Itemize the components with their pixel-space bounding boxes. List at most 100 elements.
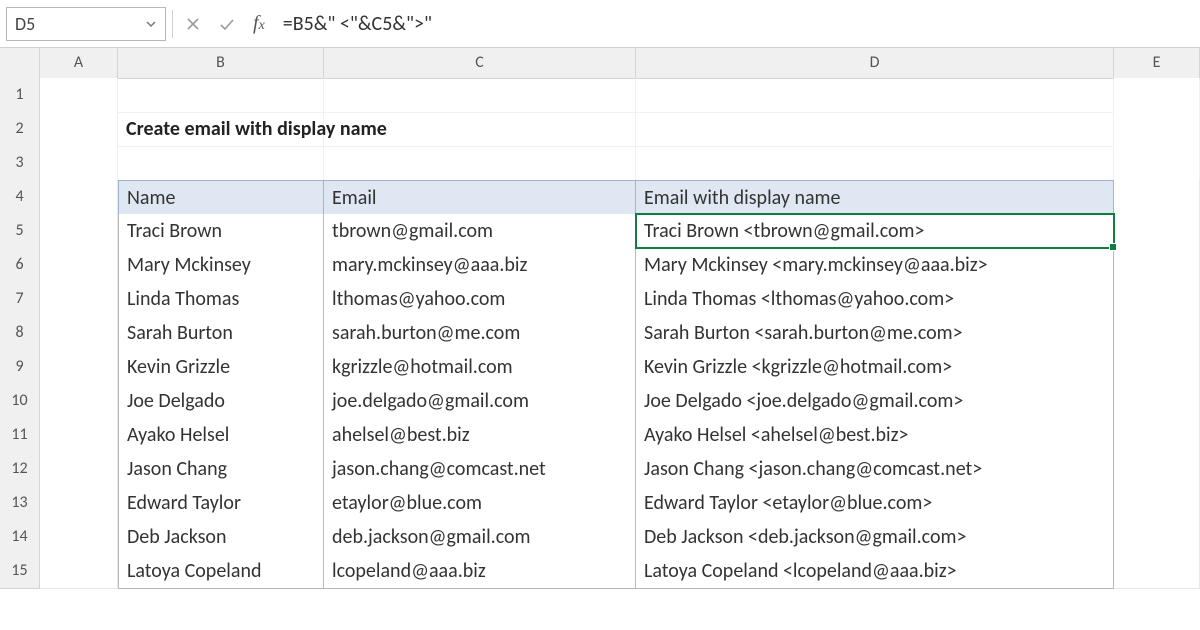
col-header-C[interactable]: C (324, 48, 636, 79)
enter-icon[interactable] (213, 10, 241, 38)
cell[interactable] (40, 384, 118, 419)
cell-name[interactable]: Mary Mckinsey (118, 248, 324, 283)
cell-name[interactable]: Traci Brown (118, 214, 324, 249)
cell-display[interactable]: Sarah Burton <sarah.burton@me.com> (636, 316, 1114, 351)
cell[interactable] (1114, 78, 1200, 113)
cell-email[interactable]: sarah.burton@me.com (324, 316, 636, 351)
cell[interactable] (1114, 520, 1200, 555)
cell-display[interactable]: Traci Brown <tbrown@gmail.com> (636, 214, 1114, 249)
cell[interactable] (40, 520, 118, 555)
col-header-A[interactable]: A (40, 48, 118, 79)
cell[interactable] (324, 146, 636, 181)
cell-display[interactable]: Jason Chang <jason.chang@comcast.net> (636, 452, 1114, 487)
cell[interactable] (40, 180, 118, 215)
cell[interactable] (40, 78, 118, 113)
row-header[interactable]: 4 (0, 180, 40, 215)
col-header-E[interactable]: E (1114, 48, 1200, 79)
table-header-display[interactable]: Email with display name (636, 180, 1114, 215)
cell-email[interactable]: joe.delgado@gmail.com (324, 384, 636, 419)
row-header[interactable]: 3 (0, 146, 40, 181)
cell-display[interactable]: Latoya Copeland <lcopeland@aaa.biz> (636, 554, 1114, 589)
row-header[interactable]: 9 (0, 350, 40, 385)
cell-name[interactable]: Edward Taylor (118, 486, 324, 521)
cell-display[interactable]: Edward Taylor <etaylor@blue.com> (636, 486, 1114, 521)
cell-email[interactable]: jason.chang@comcast.net (324, 452, 636, 487)
cell-name[interactable]: Kevin Grizzle (118, 350, 324, 385)
cell[interactable] (324, 78, 636, 113)
cell[interactable] (118, 146, 324, 181)
cell[interactable] (1114, 554, 1200, 589)
cell-name[interactable]: Joe Delgado (118, 384, 324, 419)
table-header-name[interactable]: Name (118, 180, 324, 215)
cell[interactable] (40, 554, 118, 589)
cell-email[interactable]: ahelsel@best.biz (324, 418, 636, 453)
row-header[interactable]: 13 (0, 486, 40, 521)
cancel-icon[interactable] (179, 10, 207, 38)
cell[interactable] (1114, 112, 1200, 147)
cell[interactable] (1114, 316, 1200, 351)
cell-name[interactable]: Latoya Copeland (118, 554, 324, 589)
cell-email[interactable]: etaylor@blue.com (324, 486, 636, 521)
cell[interactable] (40, 282, 118, 317)
cell[interactable] (1114, 282, 1200, 317)
cell-name[interactable]: Deb Jackson (118, 520, 324, 555)
row-header[interactable]: 2 (0, 112, 40, 147)
cell[interactable] (1114, 452, 1200, 487)
cell[interactable] (1114, 180, 1200, 215)
cell[interactable] (40, 486, 118, 521)
cell[interactable] (636, 112, 1114, 147)
cell-name[interactable]: Linda Thomas (118, 282, 324, 317)
select-all-corner[interactable] (0, 48, 40, 79)
cell[interactable] (1114, 418, 1200, 453)
cell[interactable] (40, 350, 118, 385)
cell[interactable] (40, 112, 118, 147)
fx-icon[interactable]: fx (247, 12, 271, 35)
formula-input[interactable] (277, 7, 1194, 41)
cell-email[interactable]: tbrown@gmail.com (324, 214, 636, 249)
cell[interactable] (118, 78, 324, 113)
cell-email[interactable]: mary.mckinsey@aaa.biz (324, 248, 636, 283)
name-box[interactable]: D5 (6, 7, 166, 41)
page-title[interactable]: Create email with display name (118, 112, 324, 147)
cell[interactable] (636, 78, 1114, 113)
cell[interactable] (40, 452, 118, 487)
cell-email[interactable]: lthomas@yahoo.com (324, 282, 636, 317)
cell-display[interactable]: Kevin Grizzle <kgrizzle@hotmail.com> (636, 350, 1114, 385)
cell-display[interactable]: Linda Thomas <lthomas@yahoo.com> (636, 282, 1114, 317)
cell-name[interactable]: Ayako Helsel (118, 418, 324, 453)
cell-name[interactable]: Sarah Burton (118, 316, 324, 351)
row-header[interactable]: 12 (0, 452, 40, 487)
cell[interactable] (1114, 248, 1200, 283)
row-header[interactable]: 8 (0, 316, 40, 351)
cell-display[interactable]: Deb Jackson <deb.jackson@gmail.com> (636, 520, 1114, 555)
cell[interactable] (1114, 146, 1200, 181)
cell[interactable] (40, 316, 118, 351)
cell[interactable] (324, 112, 636, 147)
cell-name[interactable]: Jason Chang (118, 452, 324, 487)
table-header-email[interactable]: Email (324, 180, 636, 215)
cell[interactable] (40, 418, 118, 453)
row-header[interactable]: 1 (0, 78, 40, 113)
cell-email[interactable]: deb.jackson@gmail.com (324, 520, 636, 555)
cell[interactable] (636, 146, 1114, 181)
cell-email[interactable]: lcopeland@aaa.biz (324, 554, 636, 589)
col-header-D[interactable]: D (636, 48, 1114, 79)
row-header[interactable]: 11 (0, 418, 40, 453)
cell[interactable] (1114, 486, 1200, 521)
cell-display[interactable]: Joe Delgado <joe.delgado@gmail.com> (636, 384, 1114, 419)
row-header[interactable]: 5 (0, 214, 40, 249)
row-header[interactable]: 6 (0, 248, 40, 283)
cell[interactable] (40, 146, 118, 181)
spreadsheet-grid[interactable]: A B C D E 1 2 Create email with display … (0, 48, 1200, 588)
row-header[interactable]: 14 (0, 520, 40, 555)
row-header[interactable]: 7 (0, 282, 40, 317)
chevron-down-icon[interactable] (145, 18, 157, 30)
cell-display[interactable]: Mary Mckinsey <mary.mckinsey@aaa.biz> (636, 248, 1114, 283)
cell[interactable] (1114, 214, 1200, 249)
row-header[interactable]: 15 (0, 554, 40, 589)
col-header-B[interactable]: B (118, 48, 324, 79)
row-header[interactable]: 10 (0, 384, 40, 419)
cell-display[interactable]: Ayako Helsel <ahelsel@best.biz> (636, 418, 1114, 453)
cell-email[interactable]: kgrizzle@hotmail.com (324, 350, 636, 385)
cell[interactable] (1114, 350, 1200, 385)
